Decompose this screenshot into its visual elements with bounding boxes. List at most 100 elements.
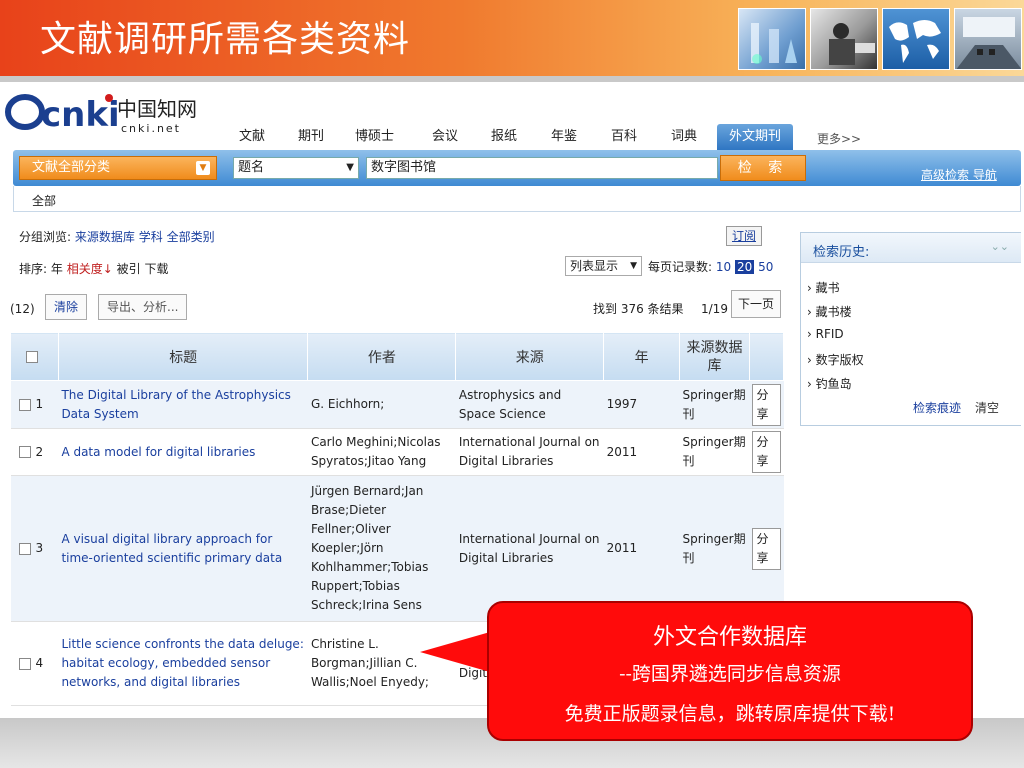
history-item[interactable]: › 藏书楼 <box>807 303 852 320</box>
selected-count: (12) <box>10 302 35 316</box>
world-map-photo <box>882 8 950 70</box>
table-row[interactable]: 2 A data model for digital libraries Car… <box>10 428 784 476</box>
per-page-label: 每页记录数: <box>648 260 713 274</box>
history-item[interactable]: › 钓鱼岛 <box>807 375 852 392</box>
category-dropdown[interactable]: 文献全部分类 ▼ <box>19 156 217 180</box>
result-db: Springer期刊 <box>679 428 750 476</box>
export-button[interactable]: 导出、分析... <box>98 294 188 320</box>
header-author[interactable]: 作者 <box>307 332 457 381</box>
advanced-search-link[interactable]: 高级检索 导航 <box>921 166 997 183</box>
sort-label: 排序: <box>19 262 48 276</box>
tab-huiyi[interactable]: 会议 <box>432 124 458 150</box>
tab-wenxian[interactable]: 文献 <box>239 124 265 150</box>
table-row[interactable]: 3 A visual digital library approach for … <box>10 475 784 622</box>
history-clear-link[interactable]: 清空 <box>975 399 999 416</box>
result-db: Springer期刊 <box>679 380 750 429</box>
select-all-checkbox[interactable] <box>25 350 38 363</box>
clear-button[interactable]: 清除 <box>45 294 88 320</box>
callout-note: 免费正版题录信息，跳转原库提供下载! <box>564 703 896 725</box>
group-subject[interactable]: 学科 <box>139 230 163 244</box>
cnki-logo[interactable]: cnki 中国知网 cnki.net <box>5 90 220 136</box>
share-cell: 分享 <box>749 380 784 429</box>
row-checkbox[interactable] <box>18 398 31 411</box>
history-item[interactable]: › RFID <box>807 327 844 341</box>
clear-label: 清除 <box>54 300 79 314</box>
history-trace-link[interactable]: 检索痕迹 <box>913 399 961 416</box>
result-title[interactable]: Little science confronts the data deluge… <box>58 621 308 706</box>
result-year: 2011 <box>603 475 680 622</box>
result-source[interactable]: International Journal on Digital Librari… <box>455 428 604 476</box>
share-cell: 分享 <box>749 428 784 476</box>
per-page-20[interactable]: 20 <box>734 260 755 274</box>
caret-down-icon: ▼ <box>346 162 354 173</box>
subscribe-button[interactable]: 订阅 <box>726 226 762 246</box>
history-item-label: 藏书 <box>815 281 840 295</box>
per-page-50[interactable]: 50 <box>758 260 773 274</box>
sort-relevance[interactable]: 相关度↓ <box>67 262 113 276</box>
result-year: 2011 <box>603 428 680 476</box>
row-checkbox[interactable] <box>18 446 31 458</box>
result-source[interactable]: Astrophysics and Space Science <box>455 380 604 429</box>
slide-header: 文献调研所需各类资料 <box>0 0 1024 80</box>
callout-box: 外文合作数据库 --跨国界遴选同步信息资源 免费正版题录信息，跳转原库提供下载! <box>487 601 973 741</box>
logo-domain: cnki.net <box>121 122 181 135</box>
tab-qikan[interactable]: 期刊 <box>298 124 324 150</box>
field-select[interactable]: 题名 ▼ <box>233 157 359 179</box>
row-checkbox[interactable] <box>18 657 31 670</box>
group-source-db[interactable]: 来源数据库 <box>75 230 135 244</box>
search-input[interactable]: 数字图书馆 <box>366 157 718 179</box>
history-item[interactable]: › 数字版权 <box>807 351 864 368</box>
view-mode-label: 列表显示 <box>570 259 619 273</box>
conference-room-photo <box>954 8 1022 70</box>
sort-cited[interactable]: 被引 <box>117 262 141 276</box>
tab-nianjian[interactable]: 年鉴 <box>551 124 577 150</box>
header-db[interactable]: 来源数据库 <box>679 332 750 381</box>
more-link[interactable]: 更多>> <box>817 130 861 147</box>
category-label: 文献全部分类 <box>32 160 111 175</box>
next-page-button[interactable]: 下一页 <box>731 290 781 318</box>
history-item-label: RFID <box>815 327 844 341</box>
result-year: 1997 <box>603 380 680 429</box>
history-item[interactable]: › 藏书 <box>807 279 840 296</box>
sort-year[interactable]: 年 <box>51 262 63 276</box>
table-row[interactable]: 1 The Digital Library of the Astrophysic… <box>10 380 784 429</box>
chevron-down-icon: ▼ <box>196 161 210 175</box>
scope-bar: 全部 <box>13 186 1021 212</box>
row-select: 1 <box>10 380 59 429</box>
row-select: 4 <box>10 621 59 706</box>
header-year[interactable]: 年 <box>603 332 681 381</box>
share-button[interactable]: 分享 <box>752 431 781 473</box>
header-title[interactable]: 标题 <box>57 332 309 381</box>
group-all-categories[interactable]: 全部类别 <box>167 230 215 244</box>
result-title[interactable]: A data model for digital libraries <box>58 428 308 476</box>
row-checkbox[interactable] <box>18 542 31 555</box>
scope-all[interactable]: 全部 <box>32 192 56 209</box>
share-button[interactable]: 分享 <box>752 527 781 570</box>
result-author[interactable]: Carlo Meghini;Nicolas Spyratos;Jitao Yan… <box>307 428 456 476</box>
caret-down-icon: ▼ <box>630 261 637 271</box>
row-number: 3 <box>35 541 44 555</box>
tab-waiwenqikan[interactable]: 外文期刊 <box>717 124 794 150</box>
search-bar: 文献全部分类 ▼ 题名 ▼ 数字图书馆 检 索 高级检索 导航 <box>13 150 1021 186</box>
per-page-10[interactable]: 10 <box>716 260 731 274</box>
table-header-row: 标题 作者 来源 年 来源数据库 <box>10 332 785 381</box>
result-source[interactable]: International Journal on Digital Librari… <box>455 475 604 622</box>
result-title[interactable]: A visual digital library approach for ti… <box>58 475 308 622</box>
share-button[interactable]: 分享 <box>752 383 781 426</box>
group-browse: 分组浏览: 来源数据库 学科 全部类别 <box>19 228 215 245</box>
tab-baozhi[interactable]: 报纸 <box>491 124 517 150</box>
header-share <box>748 332 785 381</box>
result-author[interactable]: G. Eichhorn; <box>307 380 456 429</box>
result-author[interactable]: Jürgen Bernard;Jan Brase;Dieter Fellner;… <box>307 475 456 622</box>
sort-download[interactable]: 下载 <box>144 262 168 276</box>
collapse-icon[interactable]: ⌄⌄ <box>991 240 1009 253</box>
tab-boshuoshi[interactable]: 博硕士 <box>355 124 394 150</box>
tab-cidian[interactable]: 词典 <box>671 124 697 150</box>
result-title[interactable]: The Digital Library of the Astrophysics … <box>58 380 308 429</box>
result-db: Springer期刊 <box>679 475 750 622</box>
tab-baike[interactable]: 百科 <box>611 124 637 150</box>
header-source[interactable]: 来源 <box>455 332 605 381</box>
slide-title: 文献调研所需各类资料 <box>40 19 411 60</box>
search-button[interactable]: 检 索 <box>720 155 806 181</box>
view-mode-select[interactable]: 列表显示 ▼ <box>565 256 642 276</box>
